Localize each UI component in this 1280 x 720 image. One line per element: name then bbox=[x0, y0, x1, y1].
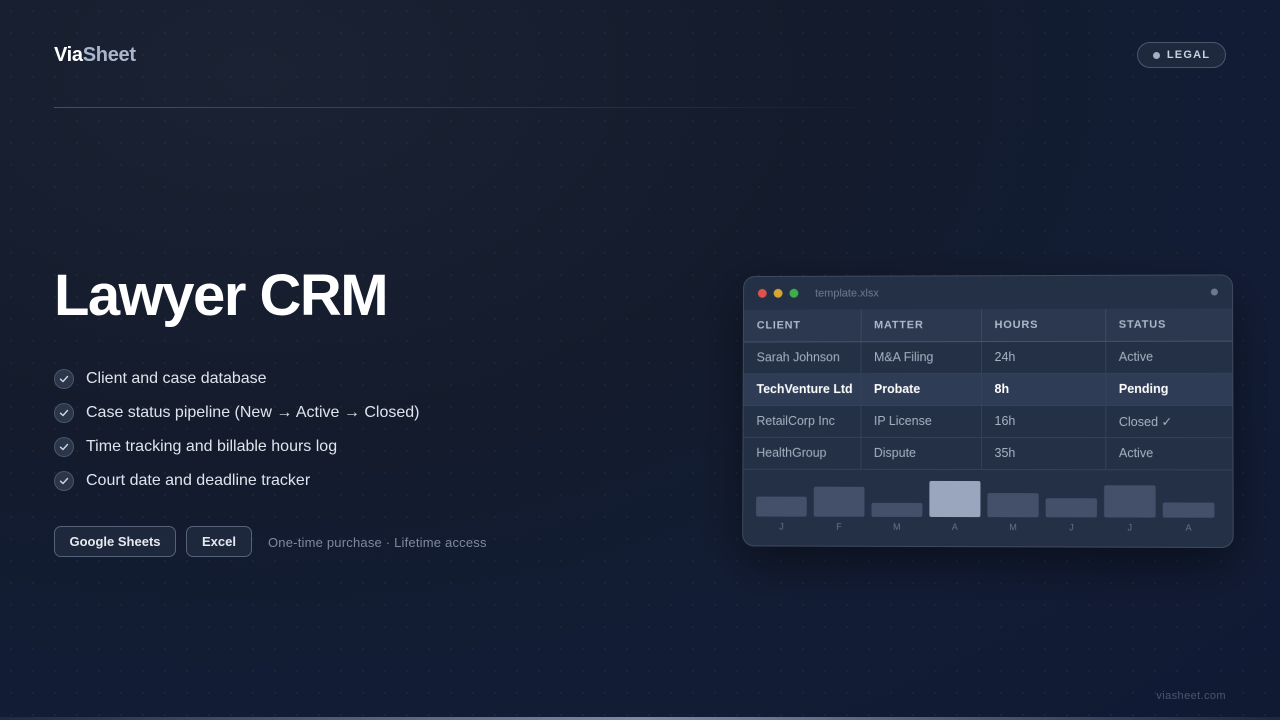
brand-logo[interactable]: ViaSheet bbox=[54, 44, 136, 67]
feature-text: Time tracking and billable hours log bbox=[86, 438, 338, 455]
bar-label-2: M bbox=[893, 521, 900, 531]
footer-url[interactable]: viasheet.com bbox=[1156, 690, 1226, 702]
check-icon bbox=[54, 471, 74, 491]
header-divider bbox=[54, 107, 854, 108]
bar-label-0: J bbox=[779, 521, 783, 531]
feature-text: Case status pipeline (New → Active → Clo… bbox=[86, 404, 420, 421]
column-header-hours: HOURS bbox=[981, 308, 1106, 342]
bar-1 bbox=[813, 486, 865, 517]
bar-4 bbox=[987, 492, 1039, 517]
cell-status: Active bbox=[1105, 437, 1233, 470]
bar-label-1: F bbox=[836, 521, 842, 531]
close-dot-icon bbox=[757, 288, 767, 298]
cell-matter: Probate bbox=[860, 373, 982, 406]
column-header-matter: MATTER bbox=[860, 309, 982, 342]
bar-label-7: A bbox=[1185, 522, 1191, 532]
maximize-dot-icon bbox=[789, 288, 799, 298]
monthly-bar-chart: JFMAMJJA bbox=[743, 469, 1233, 540]
cell-client: HealthGroup bbox=[743, 436, 861, 469]
cell-matter: Dispute bbox=[860, 436, 981, 470]
table-row: Sarah Johnson M&A Filing 24h Active bbox=[743, 340, 1233, 374]
window-status-dot-icon bbox=[1210, 288, 1218, 296]
brand-logo-via: Via bbox=[54, 44, 83, 66]
cell-status: Closed ✓ bbox=[1105, 404, 1233, 438]
bar-2 bbox=[871, 502, 923, 517]
cell-status: Active bbox=[1105, 340, 1233, 373]
cell-matter: IP License bbox=[860, 405, 982, 438]
cell-hours: 24h bbox=[981, 340, 1106, 374]
cell-client: TechVenture Ltd bbox=[743, 373, 861, 406]
feature-text: Client and case database bbox=[86, 370, 267, 387]
check-icon bbox=[54, 437, 74, 457]
bar-5 bbox=[1045, 497, 1098, 517]
cell-client: RetailCorp Inc bbox=[743, 405, 861, 437]
minimize-dot-icon bbox=[773, 288, 783, 298]
bar-0 bbox=[756, 496, 807, 517]
excel-button[interactable]: Excel bbox=[186, 526, 252, 557]
page-title: Lawyer CRM bbox=[54, 263, 389, 328]
bar-label-6: J bbox=[1128, 522, 1133, 532]
window-filename: template.xlsx bbox=[815, 287, 879, 300]
column-header-status: STATUS bbox=[1105, 308, 1233, 341]
table-row: HealthGroup Dispute 35h Active bbox=[743, 436, 1233, 470]
cell-matter: M&A Filing bbox=[860, 341, 982, 374]
bar-3 bbox=[929, 480, 980, 517]
bar-6 bbox=[1104, 484, 1156, 518]
feature-item: Court date and deadline tracker bbox=[54, 464, 419, 498]
cell-status: Pending bbox=[1105, 372, 1233, 405]
cell-hours: 16h bbox=[980, 404, 1106, 438]
bar-label-3: A bbox=[952, 522, 958, 532]
feature-item: Client and case database bbox=[54, 362, 419, 396]
spreadsheet-preview-window: template.xlsx CLIENT MATTER HOURS STATUS… bbox=[742, 274, 1234, 549]
category-badge-label: LEGAL bbox=[1166, 49, 1211, 61]
feature-list: Client and case database Case status pip… bbox=[54, 362, 419, 498]
feature-item: Time tracking and billable hours log bbox=[54, 430, 419, 464]
cell-client: Sarah Johnson bbox=[743, 341, 861, 374]
google-sheets-button[interactable]: Google Sheets bbox=[54, 526, 176, 557]
cell-hours: 35h bbox=[980, 437, 1106, 470]
bar-7 bbox=[1162, 501, 1215, 518]
spreadsheet-table: CLIENT MATTER HOURS STATUS Sarah Johnson… bbox=[743, 308, 1233, 470]
table-row-highlighted: TechVenture Ltd Probate 8h Pending bbox=[743, 372, 1233, 406]
feature-text: Court date and deadline tracker bbox=[86, 472, 311, 489]
bar-label-4: M bbox=[1009, 522, 1017, 532]
column-header-client: CLIENT bbox=[743, 309, 861, 342]
check-icon bbox=[54, 403, 74, 423]
purchase-note: One-time purchase · Lifetime access bbox=[268, 535, 487, 550]
cell-hours: 8h bbox=[981, 372, 1106, 406]
window-titlebar: template.xlsx bbox=[744, 275, 1232, 309]
check-icon bbox=[54, 369, 74, 389]
feature-item: Case status pipeline (New → Active → Clo… bbox=[54, 396, 419, 430]
bar-label-5: J bbox=[1069, 522, 1074, 532]
brand-logo-sheet: Sheet bbox=[82, 44, 136, 66]
dot-icon bbox=[1152, 51, 1160, 59]
category-badge: LEGAL bbox=[1137, 42, 1226, 68]
bar-chart-svg: JFMAMJJA bbox=[756, 480, 1215, 532]
table-row: RetailCorp Inc IP License 16h Closed ✓ bbox=[743, 404, 1233, 438]
